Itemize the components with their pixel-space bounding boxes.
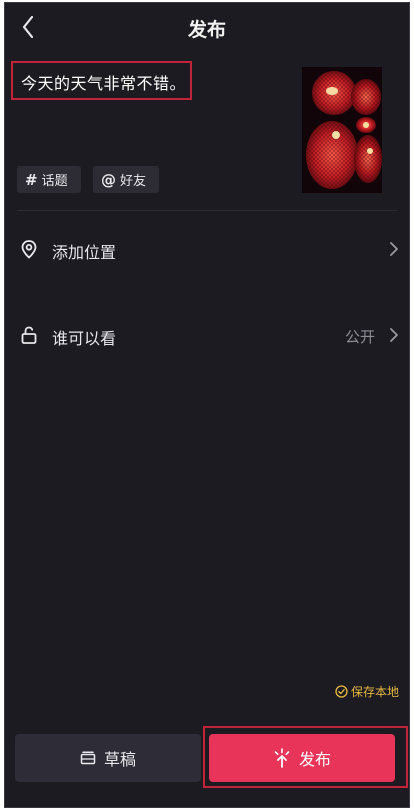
- red-lanterns-photo: [302, 67, 382, 193]
- who-can-view-row[interactable]: 谁可以看 公开: [5, 315, 409, 355]
- publish-screen: 发布 今天的天气非常不错。 # 话题 @ 好友 添加位置 谁可以看 公开 保存本…: [4, 2, 410, 808]
- at-sign-icon: @: [101, 170, 116, 189]
- hashtag-icon: #: [25, 170, 38, 189]
- page-title: 发布: [187, 19, 226, 41]
- caption-text[interactable]: 今天的天气非常不错。: [21, 70, 186, 94]
- unlock-icon: [21, 326, 37, 344]
- draft-button[interactable]: 草稿: [15, 734, 201, 782]
- chevron-right-icon: [390, 242, 398, 256]
- topic-chip-label: 话题: [41, 174, 68, 189]
- save-to-local-toggle[interactable]: 保存本地: [335, 683, 399, 700]
- visibility-value: 公开: [344, 328, 375, 346]
- topic-chip[interactable]: # 话题: [17, 166, 81, 193]
- draft-button-label: 草稿: [103, 750, 136, 769]
- top-nav-bar: 发布: [5, 3, 409, 51]
- friend-chip-label: 好友: [120, 174, 147, 189]
- who-can-view-label: 谁可以看: [52, 329, 117, 348]
- location-pin-icon: [21, 240, 37, 259]
- add-location-row[interactable]: 添加位置: [5, 229, 409, 269]
- check-circle-icon: [335, 685, 348, 698]
- caption-highlight-box[interactable]: 今天的天气非常不错。: [11, 61, 192, 100]
- save-local-label: 保存本地: [350, 685, 399, 699]
- mention-friend-chip[interactable]: @ 好友: [93, 166, 159, 193]
- add-location-label: 添加位置: [52, 243, 117, 262]
- publish-button[interactable]: 发布: [209, 734, 395, 782]
- chevron-right-icon: [390, 328, 398, 342]
- sparkle-cursor-icon: [274, 748, 290, 768]
- divider: [17, 210, 397, 211]
- publish-button-label: 发布: [298, 750, 331, 769]
- draft-box-icon: [80, 751, 96, 765]
- video-cover-thumbnail[interactable]: [302, 67, 382, 193]
